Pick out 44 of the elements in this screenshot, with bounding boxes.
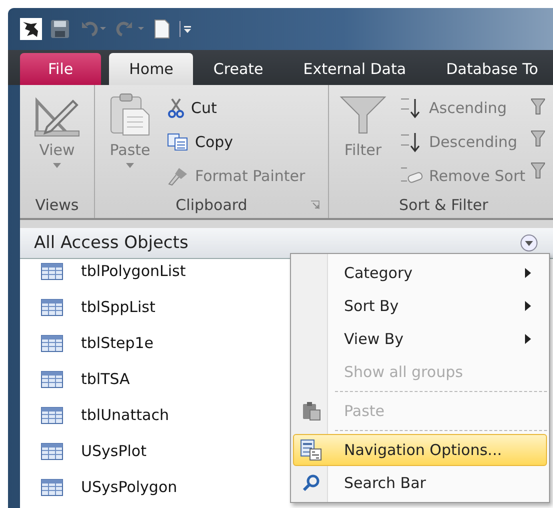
dropdown-arrow-icon xyxy=(126,163,134,168)
ribbon-tab[interactable]: Create xyxy=(193,53,284,85)
table-icon xyxy=(41,442,63,460)
group-label: Views xyxy=(34,195,80,216)
table-icon xyxy=(41,262,63,280)
navigation-options-icon xyxy=(300,439,322,461)
table-icon xyxy=(41,334,63,352)
dropdown-arrow-icon xyxy=(53,163,61,168)
table-icon xyxy=(41,478,63,496)
customize-toolbar-icon[interactable] xyxy=(178,20,192,38)
copy-button[interactable]: Copy xyxy=(167,127,306,157)
funnel-icon[interactable] xyxy=(531,161,546,179)
app-logo-icon xyxy=(20,18,42,40)
ribbon-tab[interactable]: Home xyxy=(109,53,194,85)
ribbon-tab[interactable]: Database To xyxy=(426,53,553,85)
clipboard-icon xyxy=(109,93,151,137)
group-label: Sort & Filter xyxy=(398,195,490,216)
clipboard-icon xyxy=(301,401,321,421)
ribbon-tab[interactable]: External Data xyxy=(283,53,426,85)
save-icon[interactable] xyxy=(50,19,70,39)
new-document-icon[interactable] xyxy=(154,19,170,39)
copy-icon xyxy=(167,133,189,151)
menu-item[interactable]: Sort By xyxy=(293,290,547,322)
table-icon xyxy=(41,298,63,316)
paintbrush-icon xyxy=(167,166,189,186)
scissors-icon xyxy=(167,98,185,118)
dropdown-circle-icon[interactable] xyxy=(520,234,538,252)
menu-item[interactable]: Category xyxy=(293,257,547,289)
dialog-launcher-icon[interactable] xyxy=(310,200,320,210)
submenu-arrow-icon xyxy=(524,268,532,278)
file-tab[interactable]: File xyxy=(20,53,102,85)
table-icon xyxy=(41,406,63,424)
menu-item[interactable]: View By xyxy=(293,323,547,355)
search-icon xyxy=(302,474,320,492)
funnel-icon[interactable] xyxy=(531,129,546,147)
pane-title: All Access Objects xyxy=(34,233,190,253)
submenu-arrow-icon xyxy=(524,301,532,311)
submenu-arrow-icon xyxy=(524,334,532,344)
cut-button[interactable]: Cut xyxy=(167,93,306,123)
menu-item[interactable]: Navigation Options... xyxy=(293,434,547,466)
menu-item[interactable]: Search Bar xyxy=(293,467,547,499)
group-label: Clipboard xyxy=(95,192,328,218)
table-icon xyxy=(41,370,63,388)
funnel-icon[interactable] xyxy=(531,97,546,115)
